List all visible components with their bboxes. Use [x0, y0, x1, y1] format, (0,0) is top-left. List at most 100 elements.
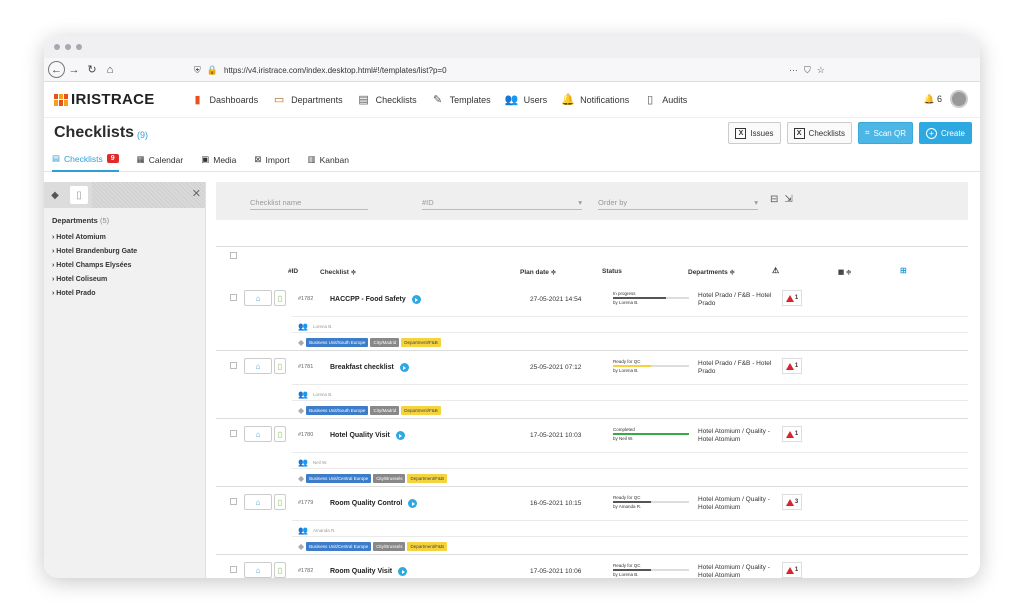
tag-chip[interactable]: City/Brussels: [373, 474, 406, 483]
table-row[interactable]: ⌂ ▯ #1782 HACCPP - Food Safety 27-05-2021 14…: [216, 286, 968, 358]
tag-chip[interactable]: Department/F&B: [407, 542, 447, 551]
document-icon[interactable]: ▯: [274, 426, 286, 442]
nav-users[interactable]: 👥 Users: [505, 93, 547, 107]
bookmark-star-icon[interactable]: ☆: [817, 65, 825, 76]
tag-icon[interactable]: ◆: [44, 182, 66, 208]
row-checkbox[interactable]: [230, 362, 237, 369]
header-id[interactable]: #ID: [288, 268, 298, 275]
nav-dashboards[interactable]: ▮ Dashboards: [191, 93, 259, 107]
row-issues-badge[interactable]: 1: [782, 562, 802, 578]
sidebar-item-hotel-champs-elysees[interactable]: › Hotel Champs Elysées: [44, 259, 205, 273]
export-icon[interactable]: ⇲: [784, 194, 792, 205]
document-icon[interactable]: ▯: [274, 562, 286, 578]
notifications-bell-icon[interactable]: 🔔: [924, 94, 935, 105]
create-button[interactable]: + Create: [918, 122, 972, 144]
row-checklist-name[interactable]: Room Quality Visit: [330, 567, 408, 576]
row-checklist-name[interactable]: Breakfast checklist: [330, 363, 409, 372]
header-departments[interactable]: Departments ≑: [688, 268, 735, 276]
row-checklist-name[interactable]: HACCPP - Food Safety: [330, 295, 421, 304]
tab-import[interactable]: ⊠ Import: [254, 148, 289, 172]
forward-arrow-icon[interactable]: →: [65, 61, 83, 79]
pocket-icon[interactable]: ⛉: [804, 65, 811, 76]
tag-chip[interactable]: City/Madrid: [370, 406, 400, 415]
tab-media[interactable]: ▣ Media: [201, 148, 236, 172]
column-settings-icon[interactable]: ⊞: [900, 266, 907, 275]
sidebar-item-hotel-atomium[interactable]: › Hotel Atomium: [44, 231, 205, 245]
row-user-name: Amanda R.: [312, 528, 336, 533]
order-by-select[interactable]: Order by ▾: [598, 196, 758, 210]
minimize-window-dot[interactable]: [65, 44, 71, 50]
select-all-checkbox[interactable]: [230, 252, 237, 259]
nav-departments[interactable]: ▭ Departments: [272, 93, 343, 107]
table-row[interactable]: ⌂ ▯ #1780 Hotel Quality Visit 17-05-2021 10:…: [216, 422, 968, 494]
address-bar[interactable]: ⛨ 🔒 https://v4.iristrace.com/index.deskt…: [194, 61, 834, 79]
nav-templates[interactable]: ✎ Templates: [431, 93, 491, 107]
home-icon[interactable]: ⌂: [101, 61, 119, 79]
row-issues-badge[interactable]: 1: [782, 358, 802, 374]
tag-chip[interactable]: Department/F&B: [401, 338, 441, 347]
document-icon[interactable]: ▯: [274, 494, 286, 510]
sidebar-item-hotel-coliseum[interactable]: › Hotel Coliseum: [44, 273, 205, 287]
row-issues-badge[interactable]: 1: [782, 290, 802, 306]
row-checkbox[interactable]: [230, 498, 237, 505]
header-checklist[interactable]: Checklist ≑: [320, 268, 356, 276]
header-plan-date[interactable]: Plan date ≑: [520, 268, 556, 276]
play-icon[interactable]: [411, 295, 421, 304]
row-checkbox[interactable]: [230, 294, 237, 301]
export-checklists-button[interactable]: X Checklists: [786, 122, 852, 144]
maximize-window-dot[interactable]: [76, 44, 82, 50]
tag-chip[interactable]: Business Unit/South Europe: [306, 406, 369, 415]
table-row[interactable]: ⌂ ▯ #1782 Room Quality Visit 17-05-2021 10:0…: [216, 558, 968, 578]
row-checkbox[interactable]: [230, 566, 237, 573]
more-actions-icon[interactable]: ···: [789, 65, 798, 75]
room-icon[interactable]: ⌂: [244, 290, 272, 306]
tag-chip[interactable]: Business Unit/Central Europe: [306, 474, 372, 483]
tag-chip[interactable]: Department/F&B: [401, 406, 441, 415]
play-icon[interactable]: [399, 363, 409, 372]
tab-calendar[interactable]: ▦ Calendar: [137, 148, 184, 172]
table-row[interactable]: ⌂ ▯ #1781 Breakfast checklist 25-05-2021 07:…: [216, 354, 968, 426]
play-icon[interactable]: [395, 431, 405, 440]
back-arrow-icon[interactable]: ←: [48, 61, 65, 78]
close-window-dot[interactable]: [54, 44, 60, 50]
room-icon[interactable]: ⌂: [244, 426, 272, 442]
close-icon[interactable]: ✕: [192, 187, 201, 200]
play-icon[interactable]: [408, 499, 418, 508]
id-select[interactable]: #ID ▾: [422, 196, 582, 210]
room-icon[interactable]: ⌂: [244, 358, 272, 374]
row-issues-badge[interactable]: 1: [782, 426, 802, 442]
document-icon[interactable]: ▯: [274, 290, 286, 306]
sidebar-item-hotel-brandenburg-gate[interactable]: › Hotel Brandenburg Gate: [44, 245, 205, 259]
tab-kanban[interactable]: ▥ Kanban: [308, 148, 349, 172]
room-icon[interactable]: ⌂: [244, 494, 272, 510]
document-icon[interactable]: ▯: [70, 186, 88, 204]
scan-qr-button[interactable]: ⌗ Scan QR: [858, 122, 913, 144]
tag-chip[interactable]: Department/F&B: [407, 474, 447, 483]
row-checklist-name[interactable]: Hotel Quality Visit: [330, 431, 405, 440]
room-icon[interactable]: ⌂: [244, 562, 272, 578]
row-issues-badge[interactable]: 3: [782, 494, 802, 510]
nav-notifications[interactable]: 🔔 Notifications: [561, 93, 629, 107]
play-icon[interactable]: [398, 567, 408, 576]
nav-audits[interactable]: ▯ Audits: [643, 93, 687, 107]
tag-chip[interactable]: Business Unit/Central Europe: [306, 542, 372, 551]
app-logo[interactable]: IRISTRACE: [54, 91, 155, 108]
row-checkbox[interactable]: [230, 430, 237, 437]
tag-chip[interactable]: City/Madrid: [370, 338, 400, 347]
nav-checklists[interactable]: ▤ Checklists: [357, 93, 416, 107]
row-checklist-name[interactable]: Room Quality Control: [330, 499, 418, 508]
tab-checklists[interactable]: ▤ Checklists 9: [52, 148, 119, 172]
sidebar-item-hotel-prado[interactable]: › Hotel Prado: [44, 287, 205, 301]
checklist-name-input[interactable]: Checklist name: [250, 196, 368, 210]
tag-chip[interactable]: Business Unit/South Europe: [306, 338, 369, 347]
user-avatar[interactable]: [950, 90, 968, 108]
order-placeholder: Order by: [598, 198, 628, 207]
tag-chip[interactable]: City/Brussels: [373, 542, 406, 551]
row-id: #1780: [298, 432, 314, 438]
reload-icon[interactable]: ↻: [83, 61, 101, 79]
header-score[interactable]: ▦ ≑: [838, 268, 851, 276]
document-icon[interactable]: ▯: [274, 358, 286, 374]
issues-button[interactable]: X Issues: [728, 122, 781, 144]
table-row[interactable]: ⌂ ▯ #1779 Room Quality Control 16-05-2021 10…: [216, 490, 968, 562]
columns-icon[interactable]: ⊟: [770, 194, 778, 205]
